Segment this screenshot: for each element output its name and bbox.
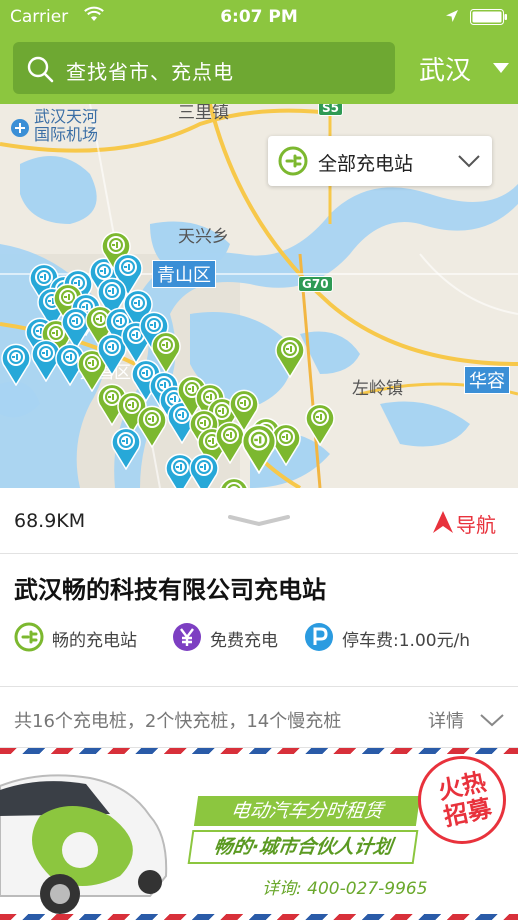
charging-station-pin[interactable] xyxy=(110,424,142,470)
map-label-town: 三里镇 xyxy=(178,104,229,123)
ad-banner[interactable]: 电动汽车分时租赁 畅的·城市合伙人计划 详询: 400-027-9965 火热 … xyxy=(0,748,518,920)
status-bar: Carrier 6:07 PM xyxy=(0,0,518,36)
station-filter-dropdown[interactable]: 全部充电站 xyxy=(268,136,492,186)
car-image xyxy=(0,774,168,914)
station-info-bar: 68.9KM 导航 xyxy=(0,488,518,554)
charging-station-pin[interactable] xyxy=(274,332,306,378)
map-label-airport-line1: 武汉天河 xyxy=(34,107,99,126)
recruiting-badge: 火热 招募 xyxy=(418,756,506,844)
ad-subline: 畅的·城市合伙人计划 xyxy=(187,830,419,864)
clock: 6:07 PM xyxy=(220,7,298,27)
map-label-airport-line2: 国际机场 xyxy=(34,125,99,144)
navigate-label: 导航 xyxy=(456,513,496,537)
map-label-tianxing: 天兴乡 xyxy=(178,227,229,247)
ad-headline: 电动汽车分时租赁 xyxy=(193,796,421,826)
airmail-border-top xyxy=(0,748,518,754)
filter-label: 全部充电站 xyxy=(318,153,414,175)
search-input[interactable]: 查找省市、充点电 xyxy=(13,42,395,94)
triangle-down-icon xyxy=(493,63,509,73)
map-label-airport: 武汉天河 国际机场 xyxy=(34,108,98,144)
ad-hotline: 详询: 400-027-9965 xyxy=(262,879,428,899)
station-tags: 畅的充电站 免费充电 停车费:1.00元/h xyxy=(14,621,514,655)
road-badge-g70: G70 xyxy=(298,276,333,292)
charging-station-pin[interactable] xyxy=(218,474,250,488)
plug-icon xyxy=(14,622,44,652)
tag-free-charging-text: 免费充电 xyxy=(210,631,278,651)
road-badge-s5: S5 xyxy=(318,104,343,116)
parking-icon xyxy=(305,623,333,651)
collapse-handle-icon[interactable] xyxy=(228,514,290,526)
chevron-down-icon xyxy=(458,155,480,168)
map-label-zuoling: 左岭镇 xyxy=(352,379,403,399)
search-icon xyxy=(27,56,54,83)
map-label-huarong: 华容 xyxy=(464,366,510,394)
details-label: 详情 xyxy=(428,711,464,732)
station-name: 武汉畅的科技有限公司充电站 xyxy=(14,576,326,604)
map-label-qingshan: 青山区 xyxy=(152,260,216,288)
battery-icon xyxy=(470,9,507,25)
charger-summary-row[interactable]: 共16个充电桩，2个快充桩，14个慢充桩 详情 xyxy=(0,686,518,748)
airmail-border-bottom xyxy=(0,914,518,920)
plug-icon xyxy=(278,146,308,176)
charging-station-pin[interactable] xyxy=(304,400,336,446)
badge-text: 火热 招募 xyxy=(422,766,508,835)
navigation-arrow-icon xyxy=(433,511,453,533)
search-placeholder: 查找省市、充点电 xyxy=(66,60,234,84)
navigate-button[interactable]: 导航 xyxy=(432,508,512,537)
distance-label: 68.9KM xyxy=(14,510,86,532)
yen-icon xyxy=(173,623,201,651)
details-button[interactable]: 详情 xyxy=(428,705,514,733)
tag-operator-text: 畅的充电站 xyxy=(52,631,137,651)
location-arrow-icon xyxy=(446,10,458,22)
tag-parking-fee-text: 停车费:1.00元/h xyxy=(342,631,471,651)
charger-summary: 共16个充电桩，2个快充桩，14个慢充桩 xyxy=(14,711,342,732)
city-label: 武汉 xyxy=(419,56,472,86)
charging-station-pin[interactable] xyxy=(0,340,32,386)
charging-station-pin[interactable] xyxy=(188,450,220,488)
map-view[interactable]: 武汉天河 国际机场 三里镇 S5 天兴乡 青山区 G70 左岭镇 华容 武昌区 … xyxy=(0,104,518,488)
app-header: 查找省市、充点电 武汉 xyxy=(0,36,518,104)
charging-station-pin[interactable] xyxy=(240,420,278,474)
chevron-down-icon xyxy=(480,714,504,727)
city-selector[interactable]: 武汉 xyxy=(412,50,512,86)
